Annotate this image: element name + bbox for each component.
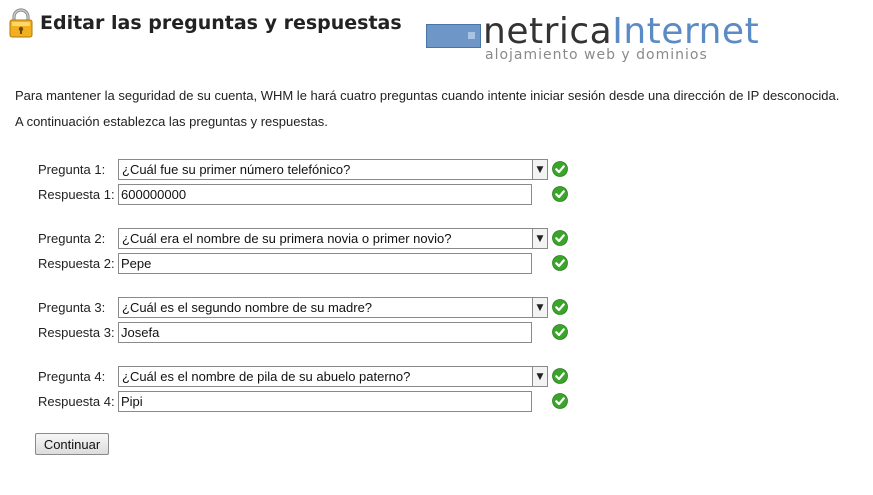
check-circle-icon: [552, 161, 568, 177]
question-select-value-4: ¿Cuál es el nombre de pila de su abuelo …: [122, 369, 411, 384]
question-label-2: Pregunta 2:: [38, 231, 106, 246]
question-row-2: Pregunta 2: ¿Cuál era el nombre de su pr…: [0, 228, 873, 250]
page-title: Editar las preguntas y respuestas: [40, 12, 402, 34]
question-label-4: Pregunta 4:: [38, 369, 106, 384]
chevron-down-icon[interactable]: ▼: [532, 367, 547, 386]
answer-row-2: Respuesta 2:: [0, 253, 873, 275]
logo-bar-dot: [468, 32, 475, 39]
check-circle-icon: [552, 324, 568, 340]
answer-input-3[interactable]: [118, 322, 532, 343]
check-circle-icon: [552, 393, 568, 409]
question-label-1: Pregunta 1:: [38, 162, 106, 177]
chevron-down-icon[interactable]: ▼: [532, 298, 547, 317]
question-row-3: Pregunta 3: ¿Cuál es el segundo nombre d…: [0, 297, 873, 319]
question-select-3[interactable]: ¿Cuál es el segundo nombre de su madre? …: [118, 297, 548, 318]
answer-row-1: Respuesta 1:: [0, 184, 873, 206]
intro-text: Para mantener la seguridad de su cuenta,…: [15, 88, 840, 103]
question-select-4[interactable]: ¿Cuál es el nombre de pila de su abuelo …: [118, 366, 548, 387]
check-circle-icon: [552, 230, 568, 246]
answer-row-4: Respuesta 4:: [0, 391, 873, 413]
logo-tagline: alojamiento web y dominios: [485, 47, 708, 63]
question-select-value-3: ¿Cuál es el segundo nombre de su madre?: [122, 300, 373, 315]
check-circle-icon: [552, 255, 568, 271]
answer-label-3: Respuesta 3:: [38, 325, 115, 340]
answer-row-3: Respuesta 3:: [0, 322, 873, 344]
question-select-value-1: ¿Cuál fue su primer número telefónico?: [122, 162, 351, 177]
logo-name-part1: netrica: [483, 11, 613, 52]
chevron-down-icon[interactable]: ▼: [532, 160, 547, 179]
check-circle-icon: [552, 368, 568, 384]
question-row-4: Pregunta 4: ¿Cuál es el nombre de pila d…: [0, 366, 873, 388]
page-header: Editar las preguntas y respuestas: [8, 6, 402, 40]
intro-instruction: A continuación establezca las preguntas …: [15, 114, 328, 129]
logo-name-part2: Internet: [612, 11, 760, 52]
continue-button[interactable]: Continuar: [35, 433, 109, 455]
question-select-value-2: ¿Cuál era el nombre de su primera novia …: [122, 231, 452, 246]
question-select-1[interactable]: ¿Cuál fue su primer número telefónico? ▼: [118, 159, 548, 180]
answer-label-4: Respuesta 4:: [38, 394, 115, 409]
lock-icon: [9, 8, 33, 38]
answer-label-1: Respuesta 1:: [38, 187, 115, 202]
question-select-2[interactable]: ¿Cuál era el nombre de su primera novia …: [118, 228, 548, 249]
logo-name: netricaInternet: [483, 12, 759, 52]
answer-label-2: Respuesta 2:: [38, 256, 115, 271]
company-logo: netricaInternet alojamiento web y domini…: [426, 12, 766, 68]
answer-input-2[interactable]: [118, 253, 532, 274]
check-circle-icon: [552, 299, 568, 315]
question-label-3: Pregunta 3:: [38, 300, 106, 315]
question-row-1: Pregunta 1: ¿Cuál fue su primer número t…: [0, 159, 873, 181]
answer-input-4[interactable]: [118, 391, 532, 412]
chevron-down-icon[interactable]: ▼: [532, 229, 547, 248]
answer-input-1[interactable]: [118, 184, 532, 205]
check-circle-icon: [552, 186, 568, 202]
